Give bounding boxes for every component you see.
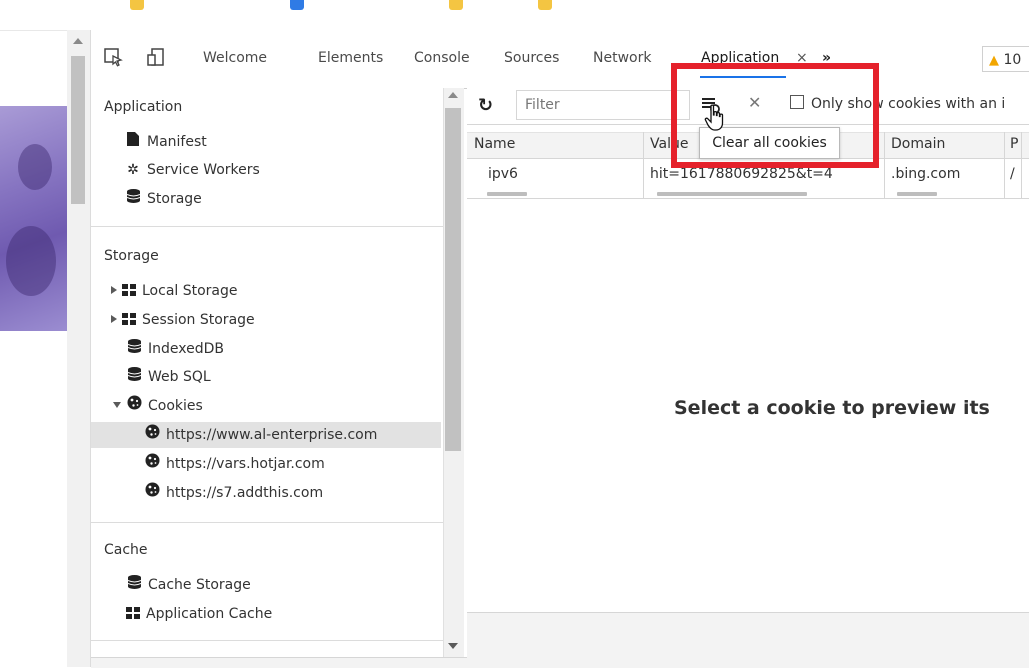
- grid-icon: [122, 284, 136, 296]
- sidebar-item-storage[interactable]: Storage: [91, 186, 441, 212]
- devtools-drawer-edge: [91, 657, 1029, 668]
- sidebar-cookie-origin[interactable]: https://s7.addthis.com: [91, 480, 441, 506]
- sidebar-item-indexeddb[interactable]: IndexedDB: [91, 336, 441, 362]
- column-domain[interactable]: Domain: [891, 136, 945, 152]
- page-scrollbar-thumb[interactable]: [71, 56, 85, 204]
- sidebar-item-session-storage[interactable]: Session Storage: [91, 307, 441, 333]
- bookmark-favicon[interactable]: [538, 0, 552, 10]
- section-storage: Storage: [104, 248, 159, 264]
- scroll-up-icon[interactable]: [73, 38, 83, 44]
- database-icon: [125, 186, 141, 212]
- section-cache: Cache: [104, 542, 148, 558]
- grid-icon: [122, 313, 136, 325]
- bookmark-favicon[interactable]: [130, 0, 144, 10]
- cookie-domain-cell[interactable]: .bing.com: [891, 166, 960, 182]
- cookie-icon: [126, 393, 142, 419]
- sidebar-item-service-workers[interactable]: ✲ Service Workers: [91, 157, 441, 183]
- inspect-element-icon[interactable]: [103, 47, 123, 67]
- cookie-name-cell[interactable]: ipv6: [488, 166, 518, 182]
- sidebar-item-application-cache[interactable]: Application Cache: [91, 601, 441, 627]
- cookie-icon: [144, 422, 160, 448]
- page-hero-image: [0, 106, 67, 331]
- sidebar-item-manifest[interactable]: Manifest: [91, 129, 441, 155]
- expand-arrow-icon[interactable]: [111, 286, 117, 294]
- section-divider: [91, 226, 443, 227]
- sidebar-scroll-down-icon[interactable]: [448, 643, 458, 649]
- cookie-icon: [144, 451, 160, 477]
- table-row[interactable]: [467, 186, 1029, 199]
- sidebar-item-local-storage[interactable]: Local Storage: [91, 278, 441, 304]
- warnings-badge[interactable]: ▲ 10: [982, 46, 1029, 72]
- file-icon: [125, 129, 141, 155]
- database-icon: [126, 364, 142, 390]
- warning-icon: ▲: [989, 53, 999, 68]
- cookie-icon: [144, 480, 160, 506]
- tab-console[interactable]: Console: [414, 50, 470, 66]
- column-name[interactable]: Name: [474, 136, 515, 152]
- device-toolbar-icon[interactable]: [146, 47, 166, 67]
- collapse-arrow-icon[interactable]: [113, 402, 121, 408]
- tab-network[interactable]: Network: [593, 50, 651, 66]
- database-icon: [126, 336, 142, 362]
- cookie-preview-placeholder: Select a cookie to preview its: [674, 397, 990, 419]
- sidebar-scrollbar-thumb[interactable]: [445, 108, 461, 451]
- filter-input[interactable]: [516, 90, 690, 120]
- expand-arrow-icon[interactable]: [111, 315, 117, 323]
- highlight-box: [671, 63, 879, 168]
- cookie-path-cell[interactable]: /: [1010, 166, 1015, 182]
- gear-icon: ✲: [127, 162, 139, 178]
- bookmark-favicon[interactable]: [449, 0, 463, 10]
- section-divider: [91, 522, 443, 523]
- sidebar-cookie-origin[interactable]: https://vars.hotjar.com: [91, 451, 441, 477]
- warning-count: 10: [1003, 52, 1022, 68]
- sidebar-cookie-origin[interactable]: https://www.al-enterprise.com: [91, 422, 441, 448]
- column-path[interactable]: P: [1010, 136, 1018, 152]
- browser-bookmarks-strip: [0, 0, 1029, 31]
- section-divider: [91, 640, 443, 641]
- section-application: Application: [104, 99, 183, 115]
- cookie-preview-footer: [467, 612, 1029, 658]
- sidebar-scroll-up-icon[interactable]: [448, 92, 458, 98]
- tab-welcome[interactable]: Welcome: [203, 50, 267, 66]
- sidebar-item-cookies[interactable]: Cookies: [91, 393, 441, 419]
- bookmark-favicon[interactable]: [290, 0, 304, 10]
- cookie-value-cell[interactable]: hit=1617880692825&t=4: [650, 166, 833, 182]
- database-icon: [126, 572, 142, 598]
- tab-sources[interactable]: Sources: [504, 50, 559, 66]
- hand-pointer-icon: [704, 104, 724, 131]
- tab-elements[interactable]: Elements: [318, 50, 383, 66]
- sidebar-item-web-sql[interactable]: Web SQL: [91, 364, 441, 390]
- grid-icon: [126, 607, 140, 619]
- sidebar-item-cache-storage[interactable]: Cache Storage: [91, 572, 441, 598]
- refresh-icon[interactable]: ↻: [478, 95, 493, 116]
